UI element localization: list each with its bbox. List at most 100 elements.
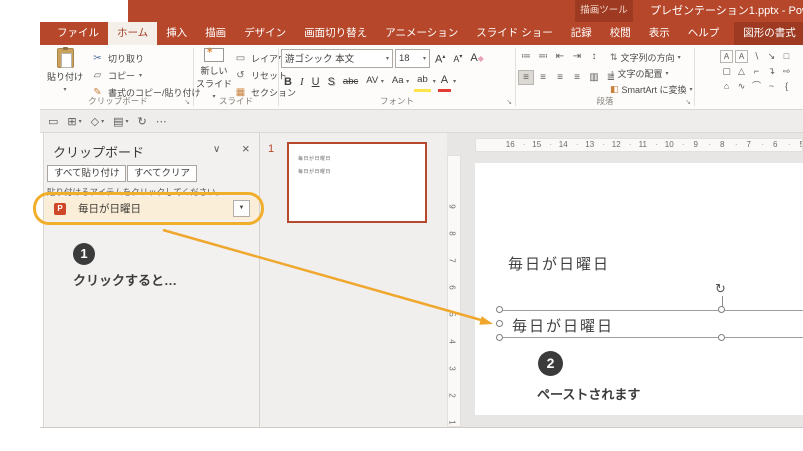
rotation-handle-icon[interactable]: ↻ [715,281,726,297]
strikethrough-button[interactable]: abc [340,73,361,91]
ruler-number: 5 [447,312,457,317]
qat-button[interactable]: ▭ ▾ [48,115,58,128]
qat-button[interactable]: ⊞ ▾ [67,115,81,128]
alignment-button[interactable]: ≡ [518,70,534,85]
shape-gallery-item[interactable]: ∿ [734,79,749,94]
ribbon-tab[interactable]: 挿入 [157,22,196,45]
slide-canvas[interactable]: 毎日が日曜日 毎日が日曜日 ↻ 2 ペーストされます [475,163,803,415]
text-direction-button[interactable]: ⇅ 文字列の方向 ▾ [610,49,693,65]
ribbon-tab[interactable]: 画面切り替え [295,22,376,45]
font-name-combo[interactable]: 游ゴシック 本文 ▾ [281,48,393,68]
highlight-color-button[interactable]: ab [414,71,431,92]
bold-button[interactable]: B [281,73,295,91]
italic-button[interactable]: I [297,73,307,91]
selection-handle-top-center[interactable] [718,306,725,313]
ruler-number: 9 [447,204,457,209]
shape-gallery-item[interactable]: □ [779,49,794,64]
chevron-down-icon[interactable]: ▾ [453,78,456,85]
shape-gallery-item[interactable]: A [720,50,733,63]
shrink-font-button[interactable]: A▾ [450,48,465,68]
new-slide-button[interactable]: 新しい スライド ▾ [194,45,234,100]
underline-button[interactable]: U [309,73,323,91]
step2-badge: 2 [538,351,563,376]
selection-handle-top-left[interactable] [496,306,503,313]
shape-gallery-item[interactable]: ⇨ [779,64,794,79]
shape-gallery-item[interactable]: ⌐ [749,64,764,79]
chevron-down-icon[interactable]: ▾ [433,78,436,85]
ribbon-tab[interactable]: 校閲 [601,22,640,45]
selection-handle-bottom-center[interactable] [718,334,725,341]
shape-gallery-item[interactable]: { [779,79,794,94]
pane-title: クリップボード [53,145,145,160]
shape-gallery-item[interactable]: △ [734,64,749,79]
clear-all-button[interactable]: すべてクリア [127,165,197,182]
ribbon-tab[interactable]: ヘルプ [679,22,729,45]
pane-options-chevron-icon[interactable]: ∨ [213,144,220,155]
paragraph-button[interactable]: ≔ [518,49,534,64]
ribbon-tab[interactable]: 記録 [562,22,601,45]
grow-font-button[interactable]: A▴ [432,48,448,69]
ribbon-tab[interactable]: 図形の書式 [734,22,803,45]
align-text-button[interactable]: ↕ 文字の配置 ▾ [610,65,693,81]
qat-icon: ▭ [48,115,59,128]
qat-button[interactable]: ▤ ▾ [113,115,128,128]
shape-gallery-item[interactable]: ~ [764,79,779,94]
font-color-button[interactable]: A [437,71,452,92]
pasted-textbox-text[interactable]: 毎日が日曜日 [512,315,614,336]
group-separator [694,48,695,106]
ribbon-tab[interactable]: デザイン [235,22,295,45]
chevron-down-icon: ▾ [139,73,143,79]
alignment-button[interactable]: ≡ [569,70,585,85]
qat-icon: ↻ [137,115,147,128]
ribbon-tab[interactable]: スライド ショー [467,22,561,45]
selection-handle-bottom-left[interactable] [496,334,503,341]
shape-gallery-item[interactable]: ∖ [749,49,764,64]
alignment-button[interactable]: ≡ [535,70,551,85]
quick-access-toolbar: ▭ ▾ ⊞ ▾ ◇ ▾ ▤ ▾ ↻ ▾ ⋯ ▾ [40,110,803,133]
character-spacing-button[interactable]: AV ▾ [363,72,387,91]
ruler-number: 4 [447,339,457,344]
slide-text-original[interactable]: 毎日が日曜日 [508,253,610,274]
selection-handle-middle-left[interactable] [496,320,503,327]
clipboard-dialog-launcher-icon[interactable]: ↘ [184,98,190,106]
slide-thumbnail[interactable]: 毎日が日曜日 毎日が日曜日 [287,142,427,223]
shape-gallery-item[interactable]: ↴ [764,64,779,79]
ribbon-tab[interactable]: 表示 [640,22,679,45]
copy-button[interactable]: ▱ コピー ▾ [91,67,201,84]
pane-close-icon[interactable]: × [242,141,250,156]
alignment-button[interactable]: ▥ [586,70,602,85]
copy-label: コピー [108,71,136,81]
paragraph-button[interactable]: ↕ [586,49,602,64]
shape-gallery-item[interactable]: ▢ [719,64,734,79]
ribbon-tab[interactable]: アニメーション [376,22,467,45]
window-title: プレゼンテーション1.pptx - PowerPoint [650,5,803,17]
ribbon-tab[interactable]: 描画 [196,22,235,45]
ribbon-tab[interactable]: ファイル [48,22,108,45]
paragraph-button[interactable]: ⇥ [569,49,585,64]
qat-icon: ⋯ [155,115,167,128]
font-dialog-launcher-icon[interactable]: ↘ [506,98,512,106]
paste-button[interactable]: 貼り付け ▾ [45,47,85,93]
ribbon-tab[interactable]: ホーム [108,22,158,45]
paragraph-dialog-launcher-icon[interactable]: ↘ [685,98,691,106]
clipboard-group-label: クリップボード [88,96,148,106]
font-size-combo[interactable]: 18 ▾ [395,48,430,68]
horizontal-ruler: 16151413121110987654 [475,138,803,152]
qat-button[interactable]: ◇ ▾ [91,115,104,128]
paragraph-button[interactable]: ≕ [535,49,551,64]
alignment-button[interactable]: ≡ [552,70,568,85]
paste-all-button[interactable]: すべて貼り付け [47,165,127,182]
qat-button[interactable]: ⋯ ▾ [156,115,167,128]
clear-formatting-button[interactable]: A◆ [467,49,487,68]
shape-gallery-item[interactable]: ↘ [764,49,779,64]
pasted-textbox[interactable]: 毎日が日曜日 [500,310,803,338]
slide-number: 1 [268,143,275,155]
cut-button[interactable]: ✂ 切り取り [91,50,201,67]
shape-gallery-item[interactable]: ⌒ [749,79,764,94]
text-shadow-button[interactable]: S [325,73,338,91]
paragraph-button[interactable]: ⇤ [552,49,568,64]
qat-button[interactable]: ↻ ▾ [138,115,147,128]
shape-gallery-item[interactable]: A [735,50,748,63]
shape-gallery-item[interactable]: ⌂ [719,79,734,94]
change-case-button[interactable]: Aa ▾ [389,72,412,91]
